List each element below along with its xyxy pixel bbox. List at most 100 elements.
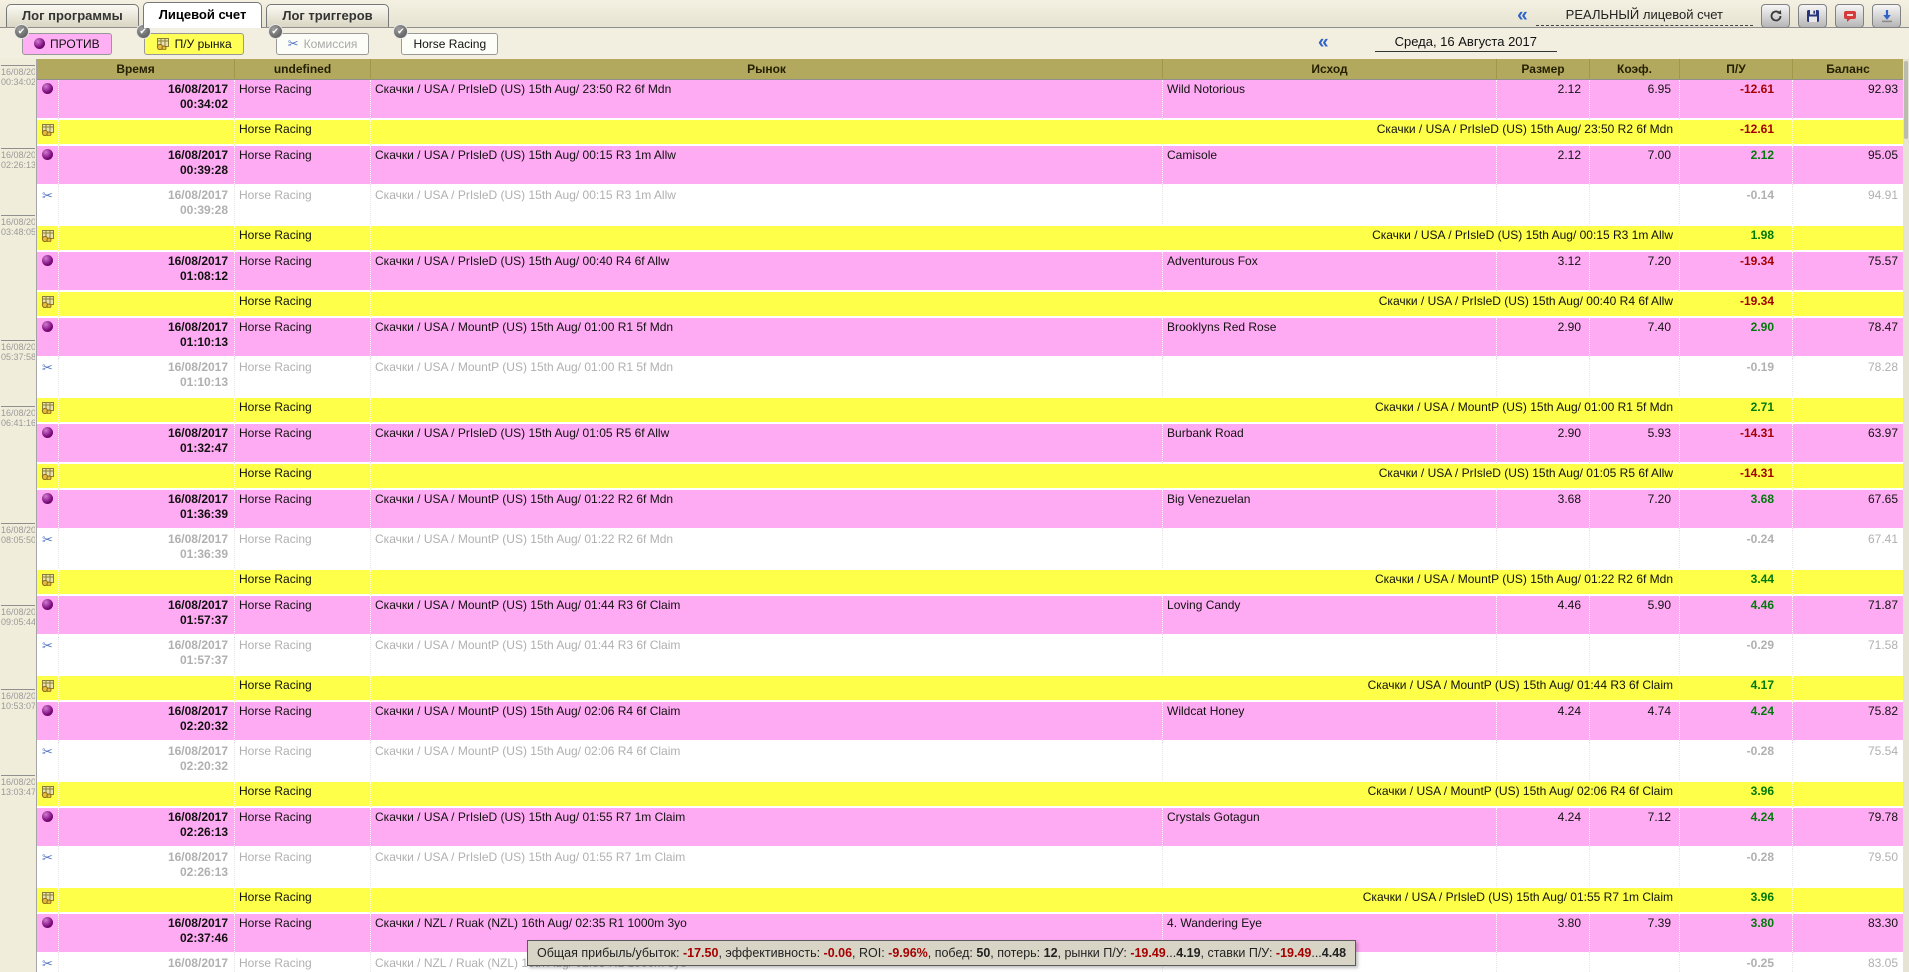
col-time[interactable]: Время xyxy=(37,59,236,80)
refresh-button[interactable] xyxy=(1761,4,1790,28)
checkmark-icon[interactable]: ✔ xyxy=(267,23,283,39)
pl-cell: 4.24 xyxy=(1680,702,1794,742)
commission-row[interactable]: ✂ 16/08/2017 02:20:32 Horse Racing Скачки / … xyxy=(37,742,1903,782)
pl-cell: -19.34 xyxy=(1680,292,1794,318)
market-cell: Скачки / USA / PrIsleD (US) 15th Aug/ 00… xyxy=(371,186,1164,226)
sport-cell: Horse Racing xyxy=(235,146,372,186)
row-type-icon-cell xyxy=(37,398,59,424)
market-cell: Скачки / USA / MountP (US) 15th Aug/ 01:… xyxy=(371,636,1164,676)
chevron-left-icon[interactable]: « xyxy=(1517,6,1528,25)
pl-cell: -19.34 xyxy=(1680,252,1794,292)
balance-cell: 71.87 xyxy=(1793,596,1903,636)
market-pl-row[interactable]: Horse Racing Скачки / USA / PrIsleD (US) … xyxy=(37,888,1903,914)
account-name[interactable]: РЕАЛЬНЫЙ лицевой счет xyxy=(1535,7,1753,26)
col-balance[interactable]: Баланс xyxy=(1793,59,1903,80)
comment-button[interactable] xyxy=(1835,4,1864,28)
summary-segment: 12 xyxy=(1043,946,1058,960)
market-pl-icon xyxy=(41,786,54,799)
download-button[interactable] xyxy=(1872,4,1901,28)
scrollbar-thumb[interactable] xyxy=(1904,61,1908,139)
market-pl-icon xyxy=(41,574,54,587)
bet-row[interactable]: 16/08/2017 00:34:02 Horse Racing Скачки / U… xyxy=(37,80,1903,120)
market-pl-row[interactable]: Horse Racing Скачки / USA / MountP (US) 1… xyxy=(37,570,1903,596)
market-cell: Скачки / USA / PrIsleD (US) 15th Aug/ 23… xyxy=(371,80,1164,120)
commission-row[interactable]: ✂ 16/08/2017 01:36:39 Horse Racing Скачки / … xyxy=(37,530,1903,570)
time-cell: 16/08/2017 01:08:12 xyxy=(59,252,236,292)
bet-row[interactable]: 16/08/2017 01:08:12 Horse Racing Скачки / U… xyxy=(37,252,1903,292)
bet-row[interactable]: 16/08/2017 01:32:47 Horse Racing Скачки / U… xyxy=(37,424,1903,464)
market-pl-row[interactable]: Horse Racing Скачки / USA / MountP (US) 1… xyxy=(37,782,1903,808)
col-pl[interactable]: П/У xyxy=(1680,59,1794,80)
outcome-cell: Crystals Gotagun xyxy=(1163,808,1498,848)
pl-cell: -0.29 xyxy=(1680,636,1794,676)
time-cell: 16/08/201702:37:46 xyxy=(59,954,236,972)
bet-row[interactable]: 16/08/2017 02:26:13 Horse Racing Скачки / U… xyxy=(37,808,1903,848)
bet-row[interactable]: 16/08/2017 01:57:37 Horse Racing Скачки / U… xyxy=(37,596,1903,636)
commission-row[interactable]: ✂ 16/08/2017 00:39:28 Horse Racing Скачки / … xyxy=(37,186,1903,226)
market-pl-row[interactable]: Horse Racing Скачки / USA / MountP (US) 1… xyxy=(37,398,1903,424)
filter-market-pl[interactable]: ✔ П/У рынка xyxy=(135,23,244,55)
filter-sport[interactable]: ✔ Horse Racing xyxy=(393,23,499,55)
size-cell: 2.90 xyxy=(1497,318,1591,358)
lay-bet-icon xyxy=(42,83,53,94)
col-outcome[interactable]: Исход xyxy=(1163,59,1498,80)
market-name-cell: Скачки / USA / PrIsleD (US) 15th Aug/ 23… xyxy=(371,120,1681,146)
col-market[interactable]: Рынок xyxy=(371,59,1164,80)
balance-cell: 67.41 xyxy=(1793,530,1903,570)
tab-trigger-log[interactable]: Лог триггеров xyxy=(266,4,389,27)
market-pl-row[interactable]: Horse Racing Скачки / USA / PrIsleD (US) … xyxy=(37,464,1903,490)
tab-program-log[interactable]: Лог программы xyxy=(6,4,139,27)
market-cell: Скачки / USA / PrIsleD (US) 15th Aug/ 00… xyxy=(371,252,1164,292)
pl-cell: -0.24 xyxy=(1680,530,1794,570)
odds-cell xyxy=(1590,530,1681,570)
checkmark-icon[interactable]: ✔ xyxy=(14,23,29,39)
sport-cell: Horse Racing xyxy=(235,252,372,292)
checkmark-icon[interactable]: ✔ xyxy=(393,23,409,39)
time-cell: 16/08/2017 01:10:13 xyxy=(59,358,236,398)
market-pl-row[interactable]: Horse Racing Скачки / USA / PrIsleD (US) … xyxy=(37,226,1903,252)
tab-account-statement[interactable]: Лицевой счет xyxy=(142,2,263,28)
odds-cell: 7.39 xyxy=(1590,914,1681,954)
market-pl-row[interactable]: Horse Racing Скачки / USA / PrIsleD (US) … xyxy=(37,292,1903,318)
bet-row[interactable]: 16/08/2017 01:10:13 Horse Racing Скачки / U… xyxy=(37,318,1903,358)
market-pl-row[interactable]: Horse Racing Скачки / USA / PrIsleD (US) … xyxy=(37,120,1903,146)
summary-segment: -0.06 xyxy=(823,946,853,960)
pl-cell: 3.96 xyxy=(1680,888,1794,914)
market-cell: Скачки / USA / MountP (US) 15th Aug/ 01:… xyxy=(371,490,1164,530)
sport-cell: Horse Racing xyxy=(235,636,372,676)
row-type-icon-cell xyxy=(37,570,59,596)
filter-commission[interactable]: ✔ ✂ Комиссия xyxy=(267,23,370,55)
market-pl-icon xyxy=(41,680,54,693)
col-odds[interactable]: Коэф. xyxy=(1590,59,1681,80)
summary-segment: 4.19 xyxy=(1176,946,1201,960)
balance-cell xyxy=(1793,398,1903,424)
filter-lay-bets[interactable]: ✔ ПРОТИВ xyxy=(14,23,112,55)
filter-label: Комиссия xyxy=(303,36,358,51)
commission-row[interactable]: ✂ 16/08/2017 01:10:13 Horse Racing Скачки / … xyxy=(37,358,1903,398)
odds-cell xyxy=(1590,186,1681,226)
bet-row[interactable]: 16/08/2017 01:36:39 Horse Racing Скачки / U… xyxy=(37,490,1903,530)
summary-segment: -9.96% xyxy=(888,946,928,960)
sport-cell: Horse Racing xyxy=(235,808,372,848)
col-undefined[interactable]: undefined xyxy=(235,59,372,80)
row-type-icon-cell xyxy=(37,490,59,530)
save-button[interactable] xyxy=(1798,4,1827,28)
sport-cell: Horse Racing xyxy=(235,742,372,782)
balance-cell: 63.97 xyxy=(1793,424,1903,464)
size-cell: 2.90 xyxy=(1497,424,1591,464)
current-date[interactable]: Среда, 16 Августа 2017 xyxy=(1374,34,1557,52)
bet-row[interactable]: 16/08/2017 02:20:32 Horse Racing Скачки / U… xyxy=(37,702,1903,742)
time-scale-mark: 16/08/20103:48:05 xyxy=(1,215,35,237)
chevron-left-icon[interactable]: « xyxy=(1318,33,1329,52)
market-pl-row[interactable]: Horse Racing Скачки / USA / MountP (US) 1… xyxy=(37,676,1903,702)
time-scale-mark: 16/08/20108:05:50 xyxy=(1,523,35,545)
commission-row[interactable]: ✂ 16/08/2017 01:57:37 Horse Racing Скачки / … xyxy=(37,636,1903,676)
col-size[interactable]: Размер xyxy=(1497,59,1591,80)
row-type-icon-cell xyxy=(37,252,59,292)
pl-cell: -0.19 xyxy=(1680,358,1794,398)
vertical-scrollbar[interactable] xyxy=(1903,59,1909,972)
bet-row[interactable]: 16/08/2017 00:39:28 Horse Racing Скачки / U… xyxy=(37,146,1903,186)
commission-row[interactable]: ✂ 16/08/2017 02:26:13 Horse Racing Скачки / … xyxy=(37,848,1903,888)
summary-segment: -19.49 xyxy=(1275,946,1312,960)
lay-bet-icon xyxy=(42,149,53,160)
